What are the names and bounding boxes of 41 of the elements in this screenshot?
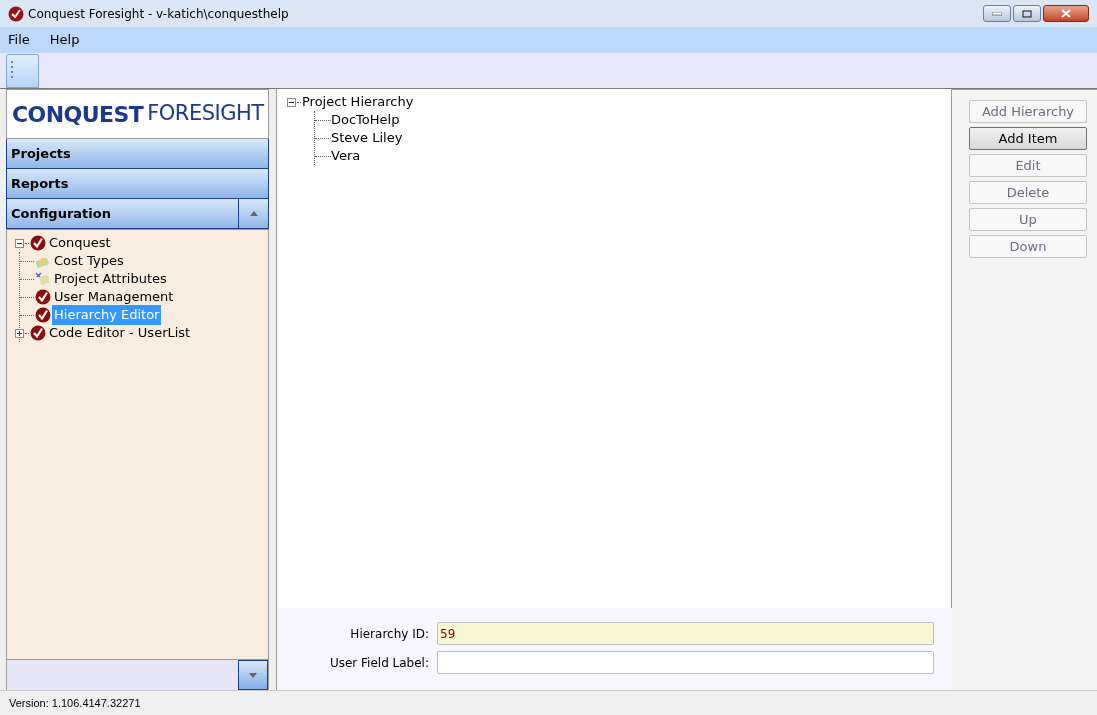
caret-up-icon <box>249 211 258 216</box>
tree-item[interactable]: Steve Liley <box>331 128 403 148</box>
logo-panel: CONQUEST FORESIGHT <box>6 89 269 139</box>
attributes-icon <box>35 271 51 287</box>
menu-item[interactable]: File <box>8 30 30 50</box>
tree-item[interactable]: Code Editor - UserList <box>47 323 193 343</box>
minimize-icon <box>992 11 1002 16</box>
tree-item[interactable]: Vera <box>331 146 361 166</box>
menu-item[interactable]: Help <box>49 30 80 50</box>
tree-item[interactable]: Project Hierarchy <box>302 92 414 112</box>
close-icon <box>1061 9 1071 18</box>
text-field[interactable] <box>437 651 934 674</box>
window-title: Conquest Foresight - v-katich\conquesthelp <box>28 5 289 23</box>
checkmark-badge-icon <box>35 307 51 323</box>
tree-item[interactable]: DocToHelp <box>331 110 400 130</box>
maximize-button[interactable] <box>1013 5 1041 22</box>
checkmark-badge-icon <box>30 325 46 341</box>
action-button[interactable]: Add Item <box>969 127 1087 150</box>
section-header[interactable]: Configuration <box>6 199 269 229</box>
section-header[interactable]: Reports <box>6 169 269 199</box>
tree-item[interactable]: Cost Types <box>52 251 126 271</box>
field-label: User Field Label: <box>328 654 429 672</box>
collapse-icon[interactable] <box>287 97 296 107</box>
field-label: Hierarchy ID: <box>349 625 429 643</box>
collapse-icon[interactable] <box>15 238 24 248</box>
section-header[interactable]: Projects <box>6 139 269 169</box>
text-field[interactable]: 59 <box>437 622 934 645</box>
checkmark-badge-icon <box>35 289 51 305</box>
checkmark-badge-icon <box>30 235 46 251</box>
close-button[interactable] <box>1043 5 1089 22</box>
toolbar-grip[interactable] <box>6 54 39 88</box>
tree-item[interactable]: Project Attributes <box>52 269 169 289</box>
minimize-button[interactable] <box>983 5 1011 22</box>
expand-button[interactable] <box>238 660 268 690</box>
app-logo-icon <box>8 5 24 22</box>
tree-item[interactable]: User Management <box>52 287 176 307</box>
tree-item[interactable]: Conquest <box>47 233 113 253</box>
caret-down-icon <box>249 672 257 678</box>
maximize-icon <box>1022 9 1032 18</box>
version-label: Version: 1.106.4147.32271 <box>9 695 141 711</box>
expand-icon[interactable] <box>15 328 24 338</box>
